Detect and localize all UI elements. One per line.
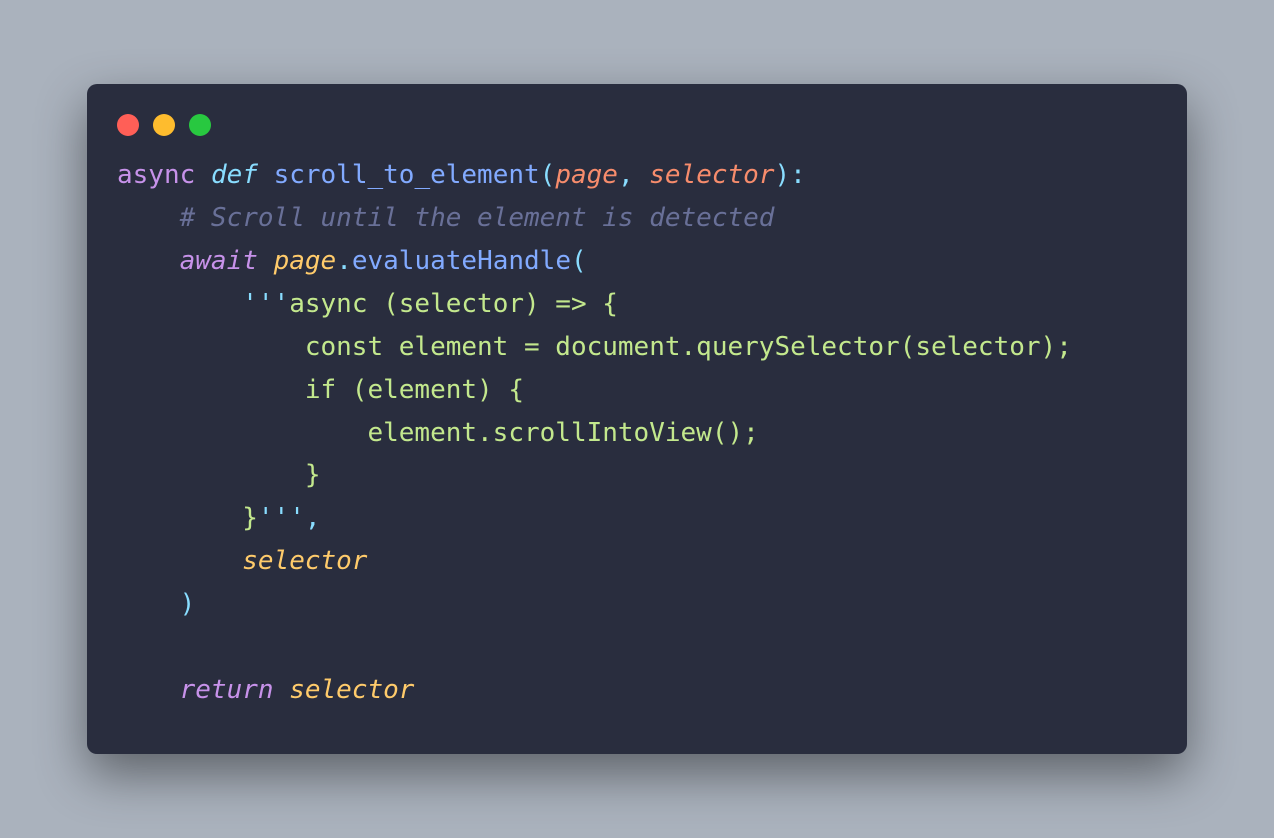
comma: , (618, 160, 649, 190)
string-line-1: async (selector) => { (289, 289, 618, 319)
paren-close: ): (775, 160, 806, 190)
keyword-await: await (180, 246, 258, 276)
window-close-icon[interactable] (117, 114, 139, 136)
string-line-2: const element = document.querySelector(s… (117, 332, 1072, 362)
code-block: async def scroll_to_element(page, select… (117, 154, 1157, 712)
arg-selector: selector (242, 546, 367, 576)
stage: async def scroll_to_element(page, select… (0, 0, 1274, 838)
code-window: async def scroll_to_element(page, select… (87, 84, 1187, 754)
window-minimize-icon[interactable] (153, 114, 175, 136)
keyword-async: async (117, 160, 195, 190)
window-zoom-icon[interactable] (189, 114, 211, 136)
function-name: scroll_to_element (274, 160, 540, 190)
method-name: evaluateHandle (352, 246, 571, 276)
keyword-return: return (180, 675, 274, 705)
string-line-3: if (element) { (117, 375, 524, 405)
string-line-4: element.scrollIntoView(); (117, 418, 759, 448)
comment: # Scroll until the element is detected (180, 203, 775, 233)
string-line-6: } (117, 503, 258, 533)
string-open-quote: ''' (242, 289, 289, 319)
traffic-lights (117, 110, 1157, 154)
string-close-quote: ''' (258, 503, 305, 533)
string-line-5: } (117, 460, 321, 490)
param-selector: selector (649, 160, 774, 190)
call-open: ( (571, 246, 587, 276)
paren-open: ( (540, 160, 556, 190)
dot: . (336, 246, 352, 276)
return-value: selector (289, 675, 414, 705)
arg-comma: , (305, 503, 321, 533)
param-page: page (555, 160, 618, 190)
object-page: page (274, 246, 337, 276)
call-close: ) (180, 589, 196, 619)
keyword-def: def (211, 160, 258, 190)
